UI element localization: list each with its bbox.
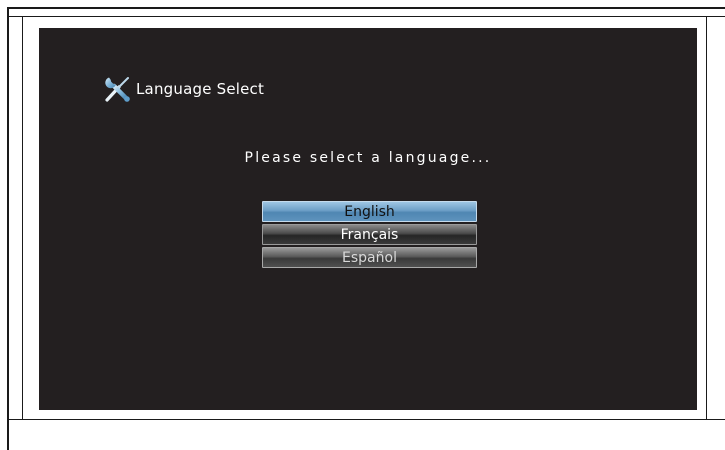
frame-line-right [706, 16, 707, 420]
menu-header: Language Select [101, 76, 264, 102]
wrench-screwdriver-icon [105, 77, 130, 102]
frame-line-bottom [7, 419, 725, 420]
language-prompt: Please select a language... [244, 150, 492, 166]
language-option-english[interactable]: English [262, 201, 477, 222]
frame-line-top [7, 16, 725, 17]
tv-screen: Language Select Please select a language… [39, 28, 697, 410]
language-option-francais[interactable]: Français [262, 224, 477, 245]
frame-line-left [22, 16, 23, 420]
language-list: English Français Español [262, 201, 477, 270]
language-option-espanol[interactable]: Español [262, 247, 477, 268]
menu-title: Language Select [136, 80, 265, 98]
